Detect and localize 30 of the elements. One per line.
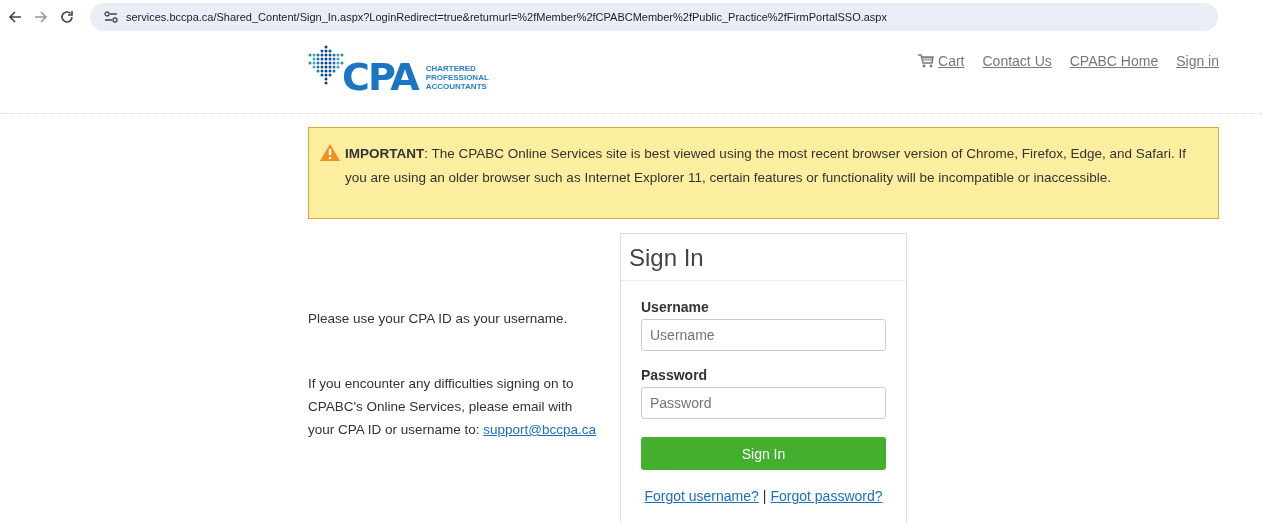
username-field[interactable]: Username xyxy=(641,319,886,351)
warning-icon xyxy=(319,143,341,162)
cart-icon[interactable] xyxy=(918,54,935,68)
back-icon[interactable] xyxy=(8,9,22,24)
maple-leaf-icon xyxy=(308,45,346,85)
nav-link[interactable]: Cart xyxy=(938,53,965,69)
logo-tagline: CHARTERED xyxy=(425,64,477,73)
password-field[interactable]: Password xyxy=(641,387,886,419)
nav-link[interactable]: Sign in xyxy=(1176,53,1219,69)
logo-text: CPA xyxy=(342,57,418,97)
email-link[interactable]: support@bccpa.ca xyxy=(483,422,597,437)
reload-icon[interactable] xyxy=(60,9,74,24)
instruction-text: Please use your CPA ID as your username. xyxy=(308,310,569,328)
help-text: If you encounter any difficulties signing on to CPABC's Online Services, please email with your CPA ID or username to: support@bccpa.ca xyxy=(308,375,598,439)
field-label: Username xyxy=(641,299,710,315)
sign-in-button[interactable]: Sign In xyxy=(641,437,886,470)
forgot-link[interactable]: Forgot password? xyxy=(770,488,883,504)
nav-link[interactable]: CPABC Home xyxy=(1069,53,1159,69)
url-text: services.bccpa.ca/Shared_Content/Sign_In.aspx?LoginRedirect=true&returnurl=%2fMember%2fCPABCMember%2fPublic_Practice%2fFirmPortalSSO.aspx xyxy=(126,10,887,23)
field-label: Password xyxy=(641,367,709,383)
logo-tagline: PROFESSIONAL xyxy=(425,73,489,82)
nav-link[interactable]: Contact Us xyxy=(982,53,1052,69)
logo-tagline: ACCOUNTANTS xyxy=(425,82,488,91)
panel-title: Sign In xyxy=(621,234,906,281)
forgot-link[interactable]: Forgot username? xyxy=(644,488,759,504)
separator-text: | xyxy=(762,488,767,504)
forward-icon[interactable] xyxy=(34,9,48,24)
site-info-icon[interactable] xyxy=(104,10,118,23)
address-bar[interactable]: services.bccpa.ca/Shared_Content/Sign_In.aspx?LoginRedirect=true&returnurl=%2fMember%2fCPABCMember%2fPublic_Practice%2fFirmPortalSSO.aspx xyxy=(90,2,1218,31)
warning-text: IMPORTANT: The CPABC Online Services site is best viewed using the most recent browser version of Chrome, Firefox, Edge, and Safari. If you are using an older browser such as Internet Explorer 11, certain features or functionality will be incompatible or inaccessible. xyxy=(345,145,1188,187)
